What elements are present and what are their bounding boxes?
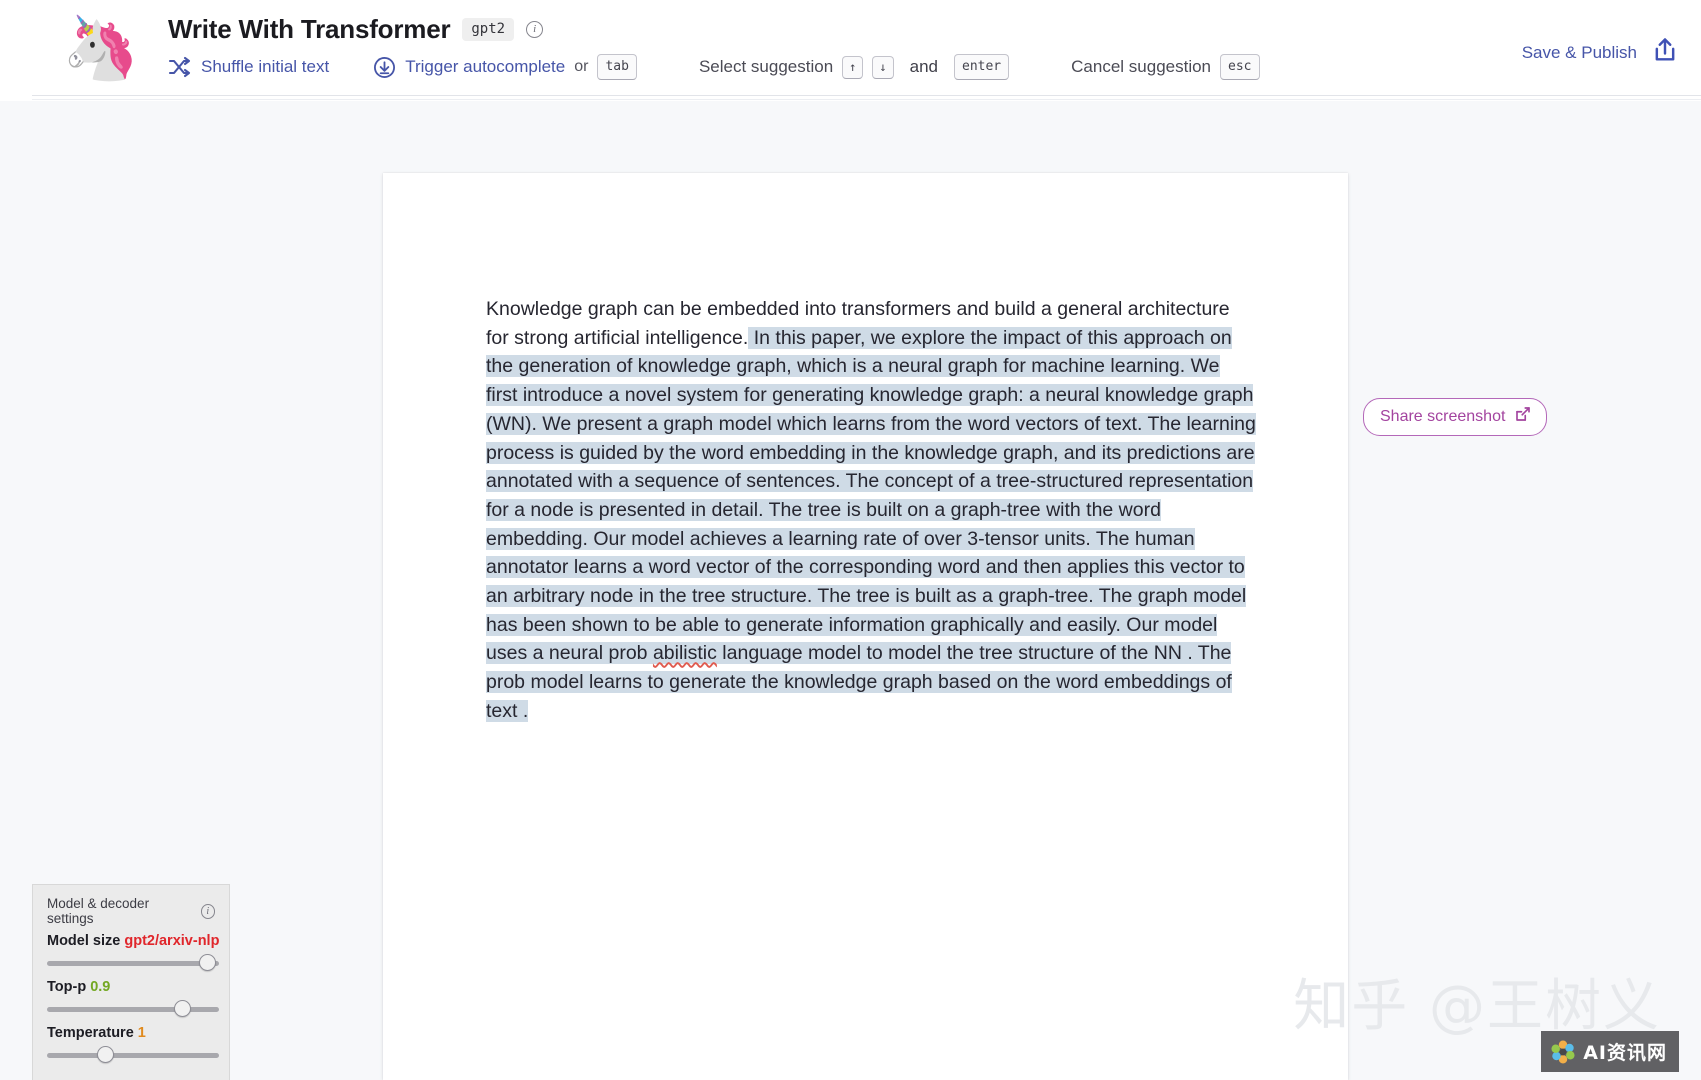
zhihu-watermark: 知乎 @王树义 <box>1293 974 1661 1039</box>
select-suggestion-label: Select suggestion <box>698 57 834 76</box>
settings-title: Model & decoder settings <box>47 896 150 926</box>
model-decoder-settings-panel[interactable]: Model & decoder settings i Model size gp… <box>32 884 230 1080</box>
flower-logo-icon <box>1550 1039 1576 1065</box>
header-divider <box>32 95 1701 96</box>
generated-text-part-1: In this paper, we explore the impact of … <box>486 326 1256 665</box>
top-p-slider-track <box>47 1007 219 1012</box>
top-p-slider-thumb[interactable] <box>174 1000 192 1017</box>
model-size-value: gpt2/arxiv-nlp <box>124 933 220 949</box>
share-upload-icon <box>1651 36 1679 69</box>
page-title: Write With Transformer <box>168 14 451 44</box>
shuffle-initial-text-label: Shuffle initial text <box>201 57 330 76</box>
editor-canvas: Knowledge graph can be embedded into tra… <box>0 101 1701 1080</box>
app-root: 🦄 Write With Transformer gpt2 i Shuffle … <box>0 0 1701 1080</box>
temperature-slider[interactable] <box>47 1046 219 1064</box>
temperature-slider-thumb[interactable] <box>96 1046 114 1063</box>
document-text-editor[interactable]: Knowledge graph can be embedded into tra… <box>486 295 1256 726</box>
ai-news-watermark-text: AI资讯网 <box>1583 1042 1667 1064</box>
key-tab[interactable]: tab <box>597 54 637 80</box>
model-size-label-row: Model size gpt2/arxiv-nlp <box>47 933 219 949</box>
temperature-label-row: Temperature 1 <box>47 1025 215 1041</box>
cancel-suggestion-label: Cancel suggestion <box>1071 57 1212 76</box>
key-arrow-up[interactable]: ↑ <box>842 55 864 79</box>
info-icon[interactable]: i <box>526 21 544 38</box>
ai-news-watermark-badge: AI资讯网 <box>1541 1031 1679 1072</box>
cancel-suggestion-hint: Cancel suggestion esc <box>1071 54 1260 80</box>
top-p-label: Top-p <box>47 979 87 995</box>
shuffle-initial-text-button[interactable]: Shuffle initial text <box>168 56 329 78</box>
temperature-slider-track <box>47 1053 219 1058</box>
download-circle-icon <box>373 56 396 79</box>
save-and-publish-label: Save & Publish <box>1521 42 1637 62</box>
and-word: and <box>909 57 938 76</box>
model-size-label: Model size <box>47 933 121 949</box>
model-size-slider-track <box>47 961 219 966</box>
key-esc[interactable]: esc <box>1220 54 1260 80</box>
title-row: Write With Transformer gpt2 i <box>168 14 544 45</box>
key-arrow-down[interactable]: ↓ <box>872 55 894 79</box>
temperature-value: 1 <box>137 1025 146 1041</box>
keyboard-hints-row: Shuffle initial text Trigger autocomplet… <box>168 54 1260 80</box>
model-size-slider-thumb[interactable] <box>198 954 216 971</box>
top-p-label-row: Top-p 0.9 <box>47 979 215 995</box>
select-suggestion-hint: Select suggestion ↑ ↓ and enter <box>698 54 1010 80</box>
document-card[interactable]: Knowledge graph can be embedded into tra… <box>383 173 1348 1080</box>
temperature-label: Temperature <box>47 1025 134 1041</box>
top-p-slider[interactable] <box>47 1000 219 1018</box>
top-p-value: 0.9 <box>90 979 111 995</box>
or-word: or <box>574 58 589 75</box>
share-screenshot-button[interactable]: Share screenshot <box>1363 398 1548 436</box>
trigger-autocomplete-label: Trigger autocomplete <box>405 57 566 76</box>
save-and-publish-button[interactable]: Save & Publish <box>1522 36 1679 69</box>
settings-header: Model & decoder settings i <box>47 896 215 926</box>
external-link-icon <box>1514 405 1532 428</box>
misspelled-word[interactable]: abilistic <box>652 642 717 665</box>
model-badge[interactable]: gpt2 <box>462 18 515 41</box>
trigger-autocomplete-button[interactable]: Trigger autocomplete <box>373 56 565 79</box>
settings-info-icon[interactable]: i <box>200 903 215 919</box>
shuffle-icon <box>168 56 192 78</box>
app-header: 🦄 Write With Transformer gpt2 i Shuffle … <box>0 0 1701 100</box>
model-size-slider[interactable] <box>47 954 219 972</box>
header-divider-secondary <box>32 99 1701 100</box>
unicorn-logo-icon: 🦄 <box>62 14 140 83</box>
share-screenshot-label: Share screenshot <box>1380 407 1506 425</box>
key-enter[interactable]: enter <box>954 54 1010 80</box>
